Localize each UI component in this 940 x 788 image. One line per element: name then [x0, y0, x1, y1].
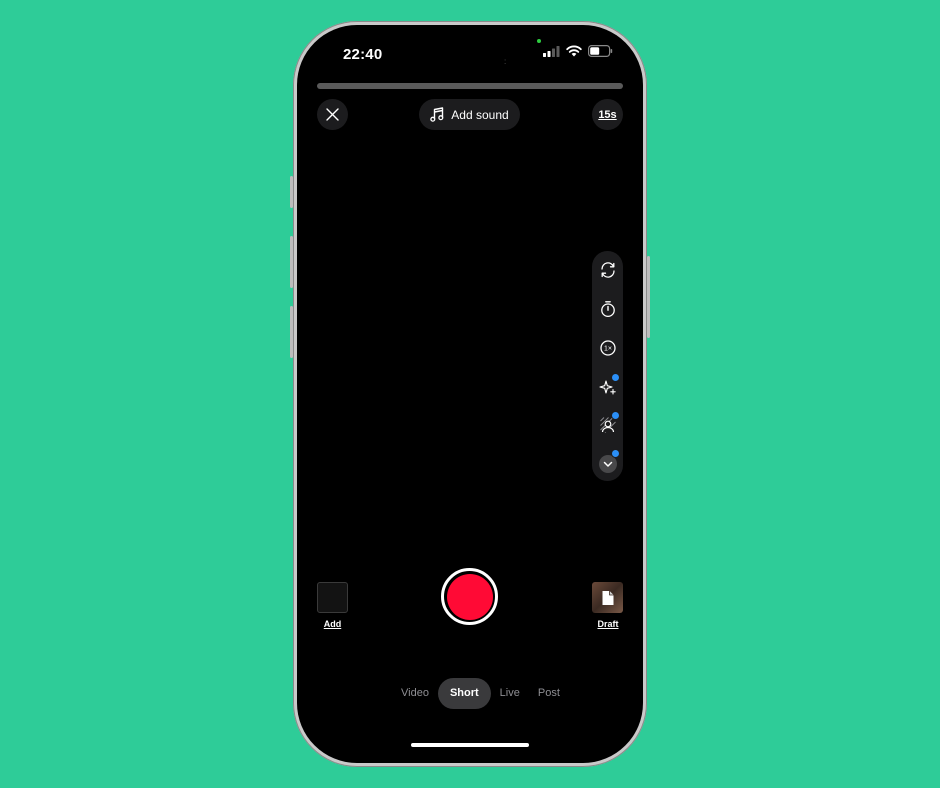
battery-icon	[588, 45, 613, 57]
camera-screen: 22:40 : Add sound 15s 1× Add Draft Video…	[297, 25, 643, 763]
status-time: 22:40	[343, 46, 383, 63]
add-sound-label: Add sound	[451, 107, 509, 122]
status-tiny-text: :	[504, 57, 507, 66]
flip-camera-icon	[600, 262, 615, 278]
add-sound-button[interactable]: Add sound	[419, 99, 520, 130]
close-button[interactable]	[317, 99, 348, 130]
speed-icon: 1×	[599, 340, 616, 356]
green-screen-button[interactable]	[592, 411, 623, 437]
effects-badge-dot	[611, 373, 620, 382]
recording-progress-track	[317, 83, 623, 89]
volume-up-button	[290, 236, 293, 288]
gallery-thumbnail[interactable]	[317, 582, 348, 613]
record-button-fill	[446, 573, 493, 620]
draft-thumbnail[interactable]	[592, 582, 623, 613]
draft-label[interactable]: Draft	[589, 619, 627, 629]
timer-button[interactable]	[592, 297, 623, 321]
music-note-icon	[430, 107, 444, 122]
close-icon	[326, 108, 339, 121]
wifi-icon	[566, 45, 582, 57]
record-button[interactable]	[441, 568, 498, 625]
speed-icon-text: 1×	[604, 346, 612, 353]
camera-in-use-indicator	[537, 39, 541, 43]
flip-camera-button[interactable]	[592, 258, 623, 282]
status-icons	[543, 45, 613, 57]
tab-video[interactable]: Video	[392, 678, 438, 709]
tab-post[interactable]: Post	[529, 678, 569, 709]
power-button	[647, 256, 650, 338]
timer-icon	[600, 301, 615, 318]
duration-button[interactable]: 15s	[592, 99, 623, 130]
silent-switch	[290, 176, 293, 208]
speed-button[interactable]: 1×	[592, 336, 623, 360]
camera-tool-rail: 1×	[592, 251, 623, 481]
tab-short[interactable]: Short	[437, 678, 491, 709]
green-screen-badge-dot	[611, 411, 620, 420]
more-tools-badge-dot	[611, 449, 620, 458]
home-indicator[interactable]	[411, 743, 529, 747]
more-tools-button[interactable]	[592, 449, 623, 476]
cellular-signal-icon	[543, 45, 560, 57]
volume-down-button	[290, 306, 293, 358]
mode-tabs: Video Short Live Post	[392, 678, 569, 709]
tab-live[interactable]: Live	[491, 678, 529, 709]
document-icon	[602, 590, 613, 605]
gallery-add-label[interactable]: Add	[317, 619, 348, 629]
effects-button[interactable]	[592, 373, 623, 399]
